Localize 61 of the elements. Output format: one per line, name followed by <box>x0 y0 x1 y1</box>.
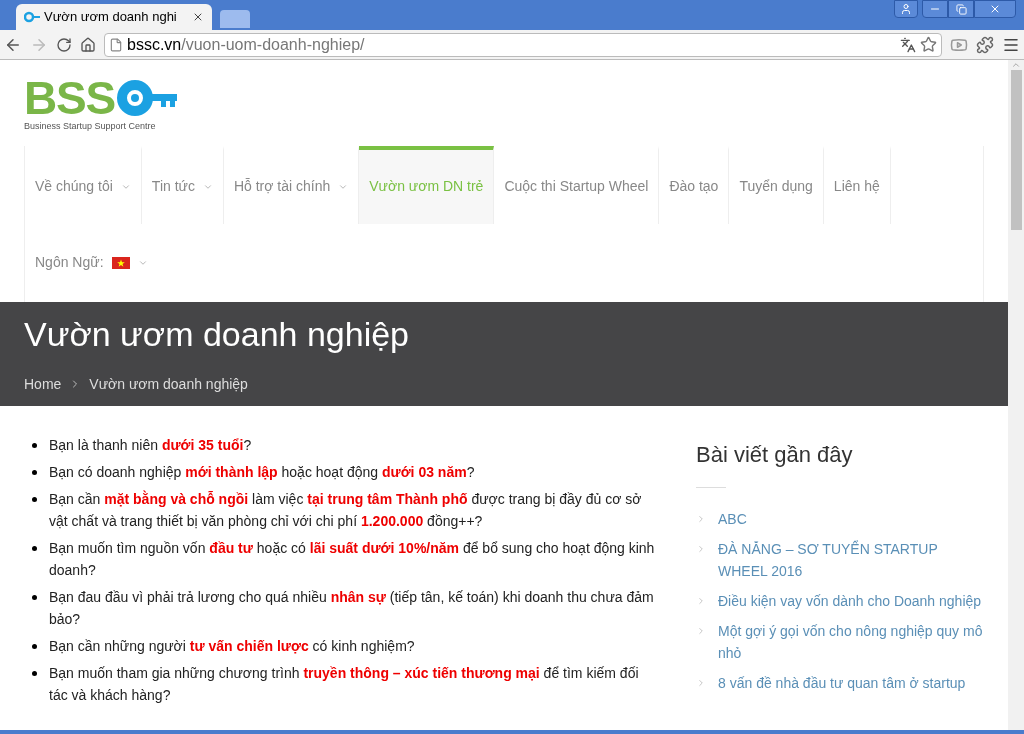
question-text: Bạn đau đầu vì phải trả lương cho quá nhiều nhân sự (tiếp tân, kế toán) khi doanh thu chưa đảm bảo? <box>49 587 655 629</box>
restore-icon <box>955 3 967 15</box>
nav-item[interactable]: Liên hệ <box>823 145 891 224</box>
recent-post-link[interactable]: Một gợi ý gọi vốn cho nông nghiệp quy mô nhỏ <box>718 619 984 664</box>
scrollbar[interactable] <box>1008 60 1024 730</box>
minimize-button[interactable] <box>922 0 948 18</box>
language-menu[interactable]: Ngôn Ngữ: <box>25 223 158 302</box>
logo-letters: BSS <box>24 76 116 120</box>
bullet-icon <box>32 670 37 676</box>
bullet-icon <box>32 594 37 600</box>
nav-item[interactable]: Vườn ươm DN trẻ <box>359 145 495 224</box>
nav-item[interactable]: Cuộc thi Startup Wheel <box>494 145 660 224</box>
chevron-icon <box>696 677 706 688</box>
restore-button[interactable] <box>948 0 974 18</box>
puzzle-icon[interactable] <box>976 35 994 54</box>
reload-icon[interactable] <box>56 36 72 53</box>
chevron-icon <box>696 625 706 636</box>
chevron-icon <box>696 595 706 606</box>
nav-item[interactable]: Tin tức <box>141 145 224 224</box>
recent-post-link[interactable]: ABC <box>718 507 747 530</box>
recent-post-link[interactable]: 8 vấn đề nhà đầu tư quan tâm ở startup <box>718 671 966 694</box>
url-text: bssc.vn/vuon-uom-doanh-nghiep/ <box>127 34 366 55</box>
bullet-icon <box>32 442 37 448</box>
nav-item[interactable]: Về chúng tôi <box>25 145 142 224</box>
nav-item[interactable]: Tuyển dụng <box>729 145 824 224</box>
breadcrumb-link[interactable]: Home <box>24 373 62 395</box>
question-text: Bạn cần những người tư vấn chiến lược có kinh nghiệm? <box>49 636 415 656</box>
close-button[interactable] <box>974 0 1016 18</box>
tab-title: Vườn ươm doanh nghi <box>44 8 178 27</box>
question-text: Bạn muốn tìm nguồn vốn đầu tư hoặc có lãi suất dưới 10%/năm để bổ sung cho hoạt động kinh doanh? <box>49 538 656 580</box>
address-bar[interactable]: bssc.vn/vuon-uom-doanh-nghiep/ <box>104 32 942 57</box>
question-text: Bạn là thanh niên dưới 35 tuổi? <box>49 435 252 455</box>
user-button[interactable] <box>894 0 918 18</box>
sidebar-title: Bài viết gần đây <box>696 440 854 469</box>
question-text: Bạn cần mặt bằng và chỗ ngồi làm việc tại trung tâm Thành phố được trang bị đầy đủ cơ sở vật chất và trang thiết bị văn phòng chỉ với chi phí 1.200.000 đồng++? <box>49 489 643 531</box>
close-icon[interactable] <box>192 11 204 23</box>
scroll-thumb[interactable] <box>1010 70 1022 230</box>
logo-tagline: Business Startup Support Centre <box>24 120 157 133</box>
bullet-icon <box>32 496 37 502</box>
page-title: Vườn ươm doanh nghiệp <box>24 313 410 354</box>
bullet-icon <box>32 469 37 475</box>
chevron-icon <box>696 543 706 554</box>
nav-item[interactable]: Đào tạo <box>659 145 730 224</box>
browser-tab[interactable]: Vườn ươm doanh nghi <box>16 4 212 30</box>
close-icon <box>989 3 1001 15</box>
chevron-icon <box>696 513 706 524</box>
question-text: Bạn có doanh nghiệp mới thành lập hoặc hoạt động dưới 03 năm? <box>49 462 475 482</box>
recent-post-link[interactable]: Điều kiện vay vốn dành cho Doanh nghiệp <box>718 589 982 612</box>
home-icon[interactable] <box>80 36 96 53</box>
translate-icon[interactable] <box>900 36 916 53</box>
bullet-icon <box>32 545 37 551</box>
question-text: Bạn muốn tham gia những chương trình truyền thông – xúc tiến thương mại để tìm kiếm đối tác và khách hàng? <box>49 663 640 705</box>
recent-post-link[interactable]: ĐÀ NẴNG – SƠ TUYỂN STARTUP WHEEL 2016 <box>718 537 984 582</box>
key-favicon-icon <box>24 11 40 23</box>
flag-icon <box>111 256 130 269</box>
key-logo-icon <box>115 78 178 118</box>
page-icon <box>109 37 123 52</box>
star-icon[interactable] <box>920 36 937 53</box>
user-icon <box>900 3 912 15</box>
breadcrumb-current: Vườn ươm doanh nghiệp <box>89 374 248 394</box>
bullet-icon <box>32 643 37 649</box>
